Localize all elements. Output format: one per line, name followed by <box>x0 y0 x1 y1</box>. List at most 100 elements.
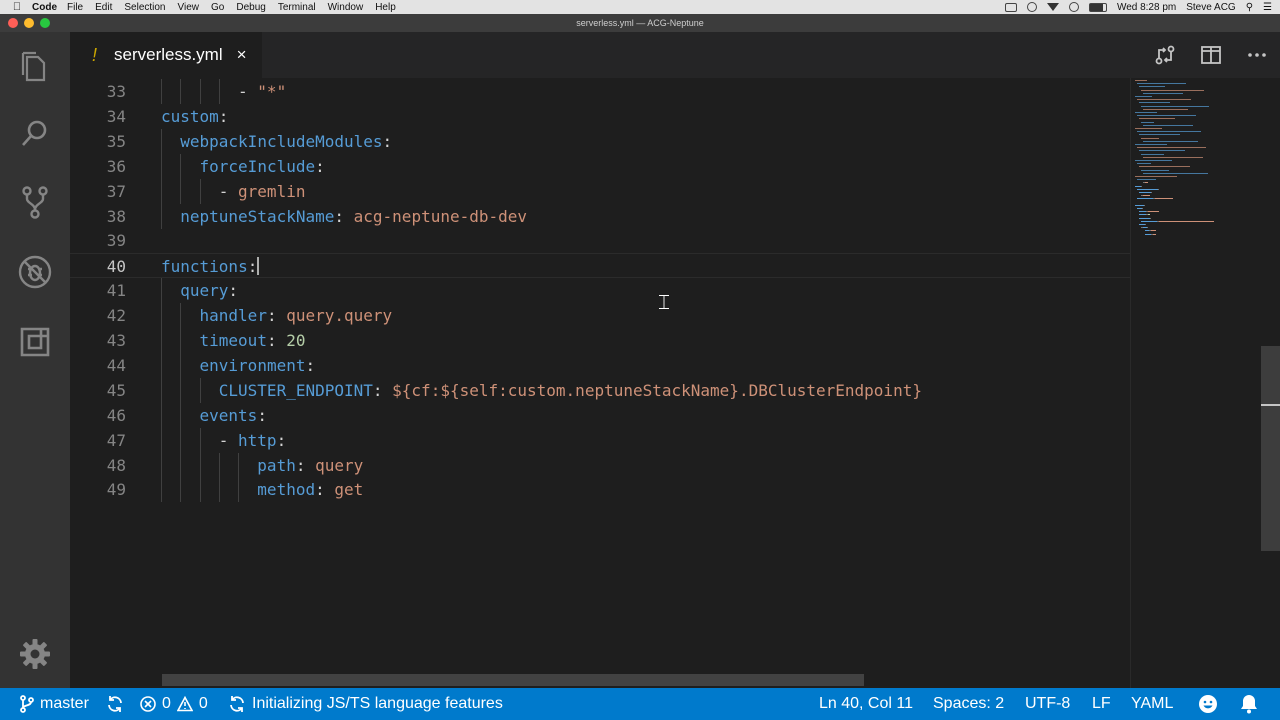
menubar-user[interactable]: Steve ACG <box>1186 2 1235 13</box>
code-text: timeout: 20 <box>199 331 306 350</box>
menu-selection[interactable]: Selection <box>124 2 165 13</box>
debug-icon <box>18 255 52 289</box>
indent-guide <box>180 352 182 378</box>
code-text: path: query <box>257 455 364 475</box>
window-title: serverless.yml — ACG-Neptune <box>576 18 704 28</box>
notification-center-icon[interactable]: ☰ <box>1263 2 1272 13</box>
minimap-token <box>1148 211 1159 213</box>
code-line-current[interactable]: 40 functions: <box>70 253 1130 279</box>
minimap-line <box>1143 124 1193 126</box>
sync-button[interactable] <box>106 688 124 720</box>
code-line[interactable]: 38 neptuneStackName: acg-neptune-db-dev <box>70 203 1130 229</box>
more-actions-icon[interactable] <box>1234 32 1280 78</box>
minimap-token <box>1145 224 1146 225</box>
apple-menu-icon[interactable]:  <box>6 1 28 13</box>
language-task-status[interactable]: Initializing JS/TS language features <box>228 688 503 720</box>
menu-help[interactable]: Help <box>375 2 396 13</box>
language-mode[interactable]: YAML <box>1131 688 1173 720</box>
battery-icon[interactable] <box>1088 2 1107 12</box>
spinner-icon <box>230 696 244 712</box>
menu-view[interactable]: View <box>178 2 200 13</box>
minimap[interactable] <box>1130 78 1280 688</box>
menu-window[interactable]: Window <box>328 2 364 13</box>
code-line[interactable]: 37 - gremlin <box>70 178 1130 204</box>
close-window-button[interactable] <box>8 18 18 28</box>
minimize-window-button[interactable] <box>24 18 34 28</box>
code-line[interactable]: 45 CLUSTER_ENDPOINT: ${cf:${self:custom.n… <box>70 377 1130 403</box>
code-line[interactable]: 39 <box>70 228 1130 253</box>
menu-file[interactable]: File <box>67 2 83 13</box>
minimap-line <box>1141 89 1204 91</box>
code-line[interactable]: 36 forceInclude: <box>70 153 1130 179</box>
code-line[interactable]: 46 events: <box>70 402 1130 428</box>
sync-status-icon[interactable] <box>1026 2 1037 12</box>
indent-guide <box>218 477 220 503</box>
gear-icon <box>20 639 50 669</box>
code-line[interactable]: 48 path: query <box>70 452 1130 478</box>
search-button[interactable] <box>0 104 70 164</box>
minimap-line <box>1141 169 1169 171</box>
source-control-button[interactable] <box>0 172 70 232</box>
minimap-line <box>1139 134 1180 136</box>
menu-terminal[interactable]: Terminal <box>278 2 316 13</box>
code-line[interactable]: 42 handler: query.query <box>70 303 1130 329</box>
screen-mirroring-icon[interactable] <box>1004 2 1017 12</box>
tab-serverless-yml[interactable]: ! serverless.yml × <box>70 32 262 78</box>
code-line[interactable]: 43 timeout: 20 <box>70 328 1130 353</box>
indentation-setting[interactable]: Spaces: 2 <box>933 688 1004 720</box>
encoding-setting[interactable]: UTF-8 <box>1025 688 1070 720</box>
app-menu[interactable]: Code <box>32 2 57 13</box>
editor-tab-bar: ! serverless.yml × <box>70 32 1280 78</box>
horizontal-scrollbar[interactable] <box>162 674 864 686</box>
eol-setting[interactable]: LF <box>1092 688 1111 720</box>
wifi-icon[interactable] <box>1046 3 1059 11</box>
code-line[interactable]: 41 query: <box>70 278 1130 304</box>
minimap-line <box>1143 108 1188 110</box>
cursor-position[interactable]: Ln 40, Col 11 <box>819 688 913 720</box>
feedback-button[interactable] <box>1198 688 1218 720</box>
zoom-window-button[interactable] <box>40 18 50 28</box>
problems-indicator[interactable]: 0 0 <box>140 688 208 720</box>
code-line[interactable]: 44 environment: <box>70 352 1130 378</box>
code-editor[interactable]: ⌶ 33- "*" 34 custom: 35 webpackIncludeModule… <box>70 78 1130 688</box>
indent-guide <box>180 303 182 329</box>
vertical-scrollbar[interactable] <box>1261 346 1280 551</box>
code-line[interactable]: 49 method: get <box>70 477 1130 503</box>
indent-guide <box>161 128 162 154</box>
menu-edit[interactable]: Edit <box>95 2 112 13</box>
explorer-button[interactable] <box>0 36 70 96</box>
minimap-line <box>1135 176 1177 177</box>
line-number: 39 <box>106 231 126 251</box>
code-line[interactable]: 34 custom: <box>70 104 1130 129</box>
menu-debug[interactable]: Debug <box>236 2 265 13</box>
warning-triangle-icon <box>176 696 193 712</box>
indent-guide <box>199 377 201 403</box>
manage-button[interactable] <box>0 624 70 684</box>
close-icon[interactable]: × <box>237 45 247 65</box>
code-text: method: get <box>257 480 364 500</box>
debug-button[interactable] <box>0 242 70 302</box>
menu-go[interactable]: Go <box>211 2 224 13</box>
minimap-line <box>1139 166 1190 168</box>
indent-guide <box>180 79 182 104</box>
warning-count: 0 <box>198 695 208 712</box>
minimap-token <box>1159 220 1214 222</box>
code-line[interactable]: 35 webpackIncludeModules: <box>70 128 1130 154</box>
spotlight-icon[interactable]: ⚲ <box>1246 2 1253 13</box>
line-number: 40 <box>106 257 126 277</box>
extensions-button[interactable] <box>0 312 70 372</box>
code-line[interactable]: 33 - "*" <box>70 79 1130 104</box>
minimap-token <box>1143 195 1150 197</box>
minimap-token <box>1148 214 1150 216</box>
menubar-clock[interactable]: Wed 8:28 pm <box>1117 2 1176 13</box>
code-text: - "*" <box>238 82 287 101</box>
branch-indicator[interactable]: master <box>20 688 89 720</box>
indent-guide <box>161 203 162 229</box>
line-number: 37 <box>106 181 126 201</box>
notifications-button[interactable] <box>1240 688 1258 720</box>
code-line[interactable]: 47 - http: <box>70 427 1130 453</box>
split-editor-icon[interactable] <box>1188 32 1234 78</box>
open-changes-icon[interactable] <box>1142 32 1188 78</box>
indent-guide <box>161 328 162 353</box>
volume-icon[interactable] <box>1068 2 1079 12</box>
